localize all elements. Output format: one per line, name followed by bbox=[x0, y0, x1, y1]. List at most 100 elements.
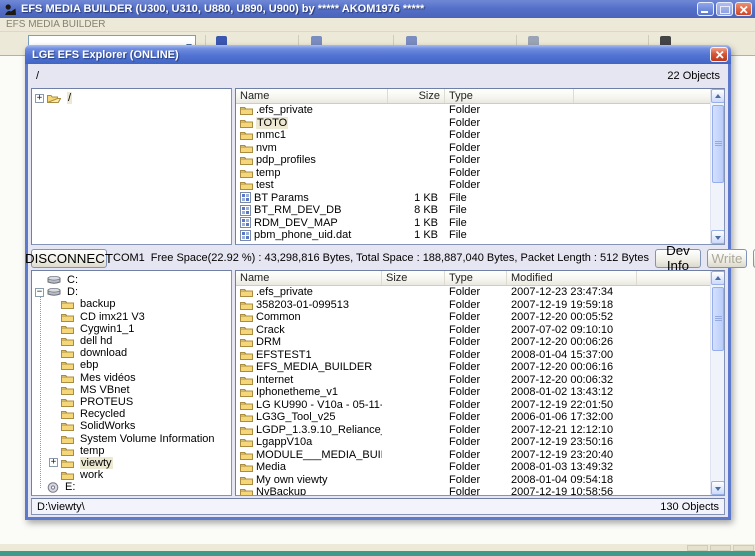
tree-item-ms-vbnet[interactable]: MS VBnet bbox=[32, 384, 231, 396]
tree-item-temp[interactable]: temp bbox=[32, 445, 231, 457]
tree-item-mes-vid-os[interactable]: Mes vidéos bbox=[32, 372, 231, 384]
tree-item-ebp[interactable]: ebp bbox=[32, 359, 231, 371]
folder-icon bbox=[240, 143, 253, 153]
file-modified: 2007-12-20 00:06:32 bbox=[507, 374, 637, 387]
plus-expander-icon[interactable]: + bbox=[35, 94, 44, 103]
close-button[interactable] bbox=[735, 2, 752, 16]
file-name: pdp_profiles bbox=[256, 154, 316, 167]
file-row-mmc1[interactable]: mmc1Folder bbox=[236, 129, 724, 142]
column-header-modified[interactable]: Modified bbox=[507, 271, 637, 285]
tree-item-download[interactable]: download bbox=[32, 347, 231, 359]
file-row-drm[interactable]: DRMFolder2007-12-20 00:06:26 bbox=[236, 336, 724, 349]
tree-item-proteus[interactable]: PROTEUS bbox=[32, 396, 231, 408]
plus-expander-icon[interactable]: + bbox=[49, 458, 58, 467]
file-type: Folder bbox=[445, 142, 574, 155]
menu-item-efs-media-builder[interactable]: EFS MEDIA BUILDER bbox=[6, 19, 105, 30]
file-type: Folder bbox=[445, 399, 507, 412]
file-row-nvbackup[interactable]: NvBackupFolder2007-12-19 10:58:56 bbox=[236, 486, 724, 496]
scrollbar-down-icon[interactable] bbox=[711, 481, 725, 495]
tree-item-label: work bbox=[80, 469, 103, 481]
file-row-test[interactable]: testFolder bbox=[236, 179, 724, 192]
file-row-iphonetheme-v1[interactable]: Iphonetheme_v1Folder2008-01-02 13:43:12 bbox=[236, 386, 724, 399]
menubar: EFS MEDIA BUILDER bbox=[0, 18, 755, 32]
file-modified: 2008-01-04 09:54:18 bbox=[507, 474, 637, 487]
tree-item-backup[interactable]: backup bbox=[32, 298, 231, 310]
file-row-toto[interactable]: TOTOFolder bbox=[236, 117, 724, 130]
file-row-common[interactable]: CommonFolder2007-12-20 00:05:52 bbox=[236, 311, 724, 324]
file-modified: 2007-12-20 00:06:26 bbox=[507, 336, 637, 349]
explorer-titlebar: LGE EFS Explorer (ONLINE) bbox=[25, 45, 731, 64]
file-row-bt-rm-dev-db[interactable]: BT_RM_DEV_DB8 KBFile bbox=[236, 204, 724, 217]
scrollbar-thumb[interactable] bbox=[712, 287, 724, 351]
column-header-size[interactable]: Size bbox=[388, 89, 445, 103]
file-row-efs-media-builder[interactable]: EFS_MEDIA_BUILDERFolder2007-12-20 00:06:… bbox=[236, 361, 724, 374]
file-row-bt-params[interactable]: BT Params1 KBFile bbox=[236, 192, 724, 205]
file-row-media[interactable]: MediaFolder2008-01-03 13:49:32 bbox=[236, 461, 724, 474]
tree-item-work[interactable]: work bbox=[32, 469, 231, 481]
tree-item-d[interactable]: −D: bbox=[32, 286, 231, 298]
file-row-crack[interactable]: CrackFolder2007-07-02 09:10:10 bbox=[236, 324, 724, 337]
tree-item-dell-hd[interactable]: dell hd bbox=[32, 335, 231, 347]
folder-icon bbox=[240, 437, 253, 447]
tree-item-item[interactable]: +/ bbox=[32, 92, 231, 104]
file-row-efstest1[interactable]: EFSTEST1Folder2008-01-04 15:37:00 bbox=[236, 349, 724, 362]
file-size bbox=[388, 167, 445, 180]
file-name: NvBackup bbox=[256, 486, 306, 496]
file-row-internet[interactable]: InternetFolder2007-12-20 00:06:32 bbox=[236, 374, 724, 387]
scrollbar-thumb[interactable] bbox=[712, 105, 724, 183]
file-row-358203-01-099513[interactable]: 358203-01-099513Folder2007-12-19 19:59:1… bbox=[236, 299, 724, 312]
explorer-close-button[interactable] bbox=[710, 47, 728, 62]
tree-item-cygwin1-1[interactable]: Cygwin1_1 bbox=[32, 323, 231, 335]
folder-icon bbox=[240, 362, 253, 372]
file-modified: 2007-12-19 22:01:50 bbox=[507, 399, 637, 412]
file-row-efs-private[interactable]: .efs_privateFolder2007-12-23 23:47:34 bbox=[236, 286, 724, 299]
minus-expander-icon[interactable]: − bbox=[35, 288, 44, 297]
file-row-efs-private[interactable]: .efs_privateFolder bbox=[236, 104, 724, 117]
file-row-lgappv10a[interactable]: LgappV10aFolder2007-12-19 23:50:16 bbox=[236, 436, 724, 449]
file-row-my-own-viewty[interactable]: My own viewtyFolder2008-01-04 09:54:18 bbox=[236, 474, 724, 487]
scrollbar-up-icon[interactable] bbox=[711, 271, 725, 285]
file-size bbox=[382, 299, 445, 312]
file-row-pdp-profiles[interactable]: pdp_profilesFolder bbox=[236, 154, 724, 167]
tree-item-cd-imx21-v3[interactable]: CD imx21 V3 bbox=[32, 311, 231, 323]
column-header-name[interactable]: Name bbox=[236, 271, 382, 285]
write-button[interactable]: Write bbox=[707, 249, 747, 268]
vertical-scrollbar[interactable] bbox=[710, 89, 724, 244]
column-header-type[interactable]: Type bbox=[445, 89, 574, 103]
file-row-nvm[interactable]: nvmFolder bbox=[236, 142, 724, 155]
file-row-pbm-phone-uid-dat[interactable]: pbm_phone_uid.dat1 KBFile bbox=[236, 229, 724, 242]
tree-item-label: dell hd bbox=[80, 335, 112, 347]
vertical-scrollbar[interactable] bbox=[710, 271, 724, 495]
tree-item-solidworks[interactable]: SolidWorks bbox=[32, 420, 231, 432]
folder-icon bbox=[61, 421, 74, 431]
folder-icon bbox=[61, 385, 74, 395]
file-row-lgdp-1-3-9-10-reliance-060[interactable]: LGDP_1.3.9.10_Reliance_060...Folder2007-… bbox=[236, 424, 724, 437]
maximize-button[interactable] bbox=[716, 2, 733, 16]
tree-item-system-volume-information[interactable]: System Volume Information bbox=[32, 432, 231, 444]
file-row-rdm-dev-map[interactable]: RDM_DEV_MAP1 KBFile bbox=[236, 217, 724, 230]
file-type: File bbox=[445, 192, 574, 205]
column-header-name[interactable]: Name bbox=[236, 89, 388, 103]
minimize-button[interactable] bbox=[697, 2, 714, 16]
file-row-module-media-builder[interactable]: MODULE___MEDIA_BUILDERFolder2007-12-19 2… bbox=[236, 449, 724, 462]
file-row-lg-ku990-v10a-05-11-200[interactable]: LG KU990 - V10a - 05-11-200...Folder2007… bbox=[236, 399, 724, 412]
disconnect-button[interactable]: DISCONNECT bbox=[31, 249, 107, 268]
tree-item-e[interactable]: E: bbox=[32, 481, 231, 493]
folder-icon bbox=[61, 434, 74, 444]
column-header-size[interactable]: Size bbox=[382, 271, 445, 285]
file-type: Folder bbox=[445, 129, 574, 142]
scrollbar-up-icon[interactable] bbox=[711, 89, 725, 103]
tree-item-c[interactable]: C: bbox=[32, 274, 231, 286]
column-header-type[interactable]: Type bbox=[445, 271, 507, 285]
scrollbar-down-icon[interactable] bbox=[711, 230, 725, 244]
tree-item-viewty[interactable]: +viewty bbox=[32, 457, 231, 469]
file-row-temp[interactable]: tempFolder bbox=[236, 167, 724, 180]
file-row-lg3g-tool-v25[interactable]: LG3G_Tool_v25Folder2006-01-06 17:32:00 bbox=[236, 411, 724, 424]
folder-icon bbox=[240, 375, 253, 385]
folder-icon bbox=[240, 450, 253, 460]
file-type: Folder bbox=[445, 167, 574, 180]
tree-item-recycled[interactable]: Recycled bbox=[32, 408, 231, 420]
dev-info-button[interactable]: Dev Info bbox=[655, 249, 701, 268]
folder-icon bbox=[240, 350, 253, 360]
folder-icon bbox=[240, 105, 253, 115]
